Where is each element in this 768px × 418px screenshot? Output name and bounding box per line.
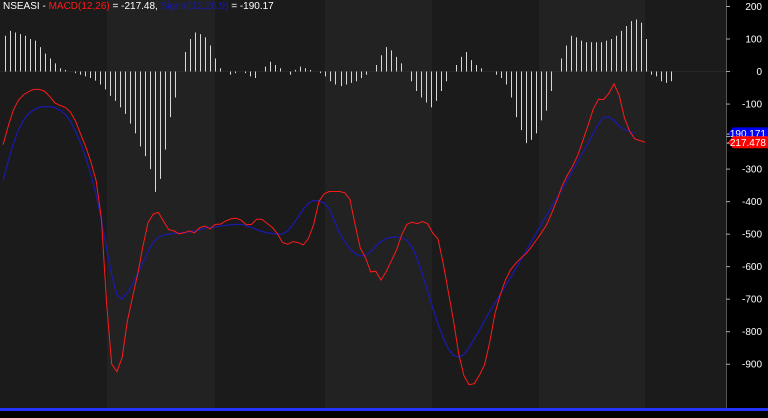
y-tick-label: -800 — [742, 327, 762, 338]
alternating-bands — [0, 0, 726, 408]
background-band — [325, 0, 432, 408]
y-tick-label: -700 — [742, 295, 762, 306]
background-band — [0, 0, 107, 408]
macd-chart: 2001000-100-200-300-400-500-600-700-800-… — [0, 0, 768, 418]
y-tick-label: -400 — [742, 197, 762, 208]
symbol-label: NSEASI — [3, 1, 40, 12]
title-separator: - — [39, 1, 49, 12]
signal-legend-label: Signal(12,26,9) — [160, 1, 229, 12]
y-tick-label: -500 — [742, 230, 762, 241]
bottom-scroll-bar[interactable] — [0, 408, 768, 411]
y-tick-label: 0 — [756, 67, 762, 78]
y-tick-label: -300 — [742, 165, 762, 176]
y-tick-label: -600 — [742, 262, 762, 273]
value-tags: -190.171 -217.478 — [727, 127, 768, 149]
y-tick-label: -900 — [742, 360, 762, 371]
y-tick-label: 200 — [745, 2, 762, 13]
macd-value-tag-text: -217.478 — [727, 138, 767, 149]
macd-legend-label: MACD(12,26) — [48, 1, 110, 12]
signal-legend-value: = -190.17 — [228, 1, 274, 12]
chart-title: NSEASI - MACD(12,26) = -217.48, Signal(1… — [3, 1, 274, 13]
background-band — [645, 0, 726, 408]
y-tick-label: -100 — [742, 100, 762, 111]
y-tick-label: 100 — [745, 35, 762, 46]
macd-legend-value: = -217.48, — [109, 1, 158, 12]
